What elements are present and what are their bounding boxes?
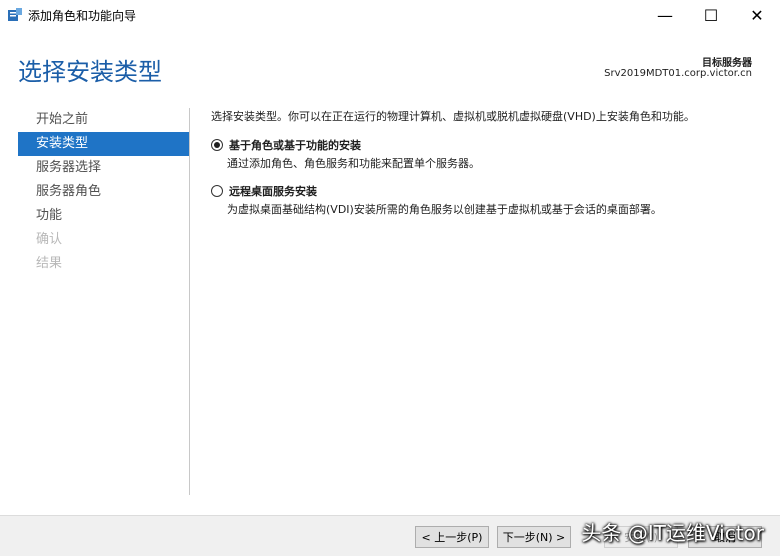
page-title: 选择安装类型 xyxy=(18,58,162,86)
option-description: 为虚拟桌面基础结构(VDI)安装所需的角色服务以创建基于虚拟机或基于会话的桌面部… xyxy=(227,203,662,216)
intro-text: 选择安装类型。你可以在正在运行的物理计算机、虚拟机或脱机虚拟硬盘(VHD)上安装… xyxy=(211,110,695,123)
maximize-icon: ☐ xyxy=(703,5,719,25)
option-label[interactable]: 基于角色或基于功能的安装 xyxy=(229,137,361,153)
wizard-nav: 开始之前 安装类型 服务器选择 服务器角色 功能 确认 结果 xyxy=(18,108,189,276)
minimize-icon: — xyxy=(657,5,673,25)
nav-item-features[interactable]: 功能 xyxy=(18,204,189,228)
main-content: 选择安装类型。你可以在正在运行的物理计算机、虚拟机或脱机虚拟硬盘(VHD)上安装… xyxy=(211,108,766,216)
previous-button[interactable]: < 上一步(P) xyxy=(415,526,489,548)
nav-divider xyxy=(189,108,190,495)
target-server-label: 目标服务器 xyxy=(702,58,752,69)
close-icon: ✕ xyxy=(750,5,764,25)
nav-item-server-selection[interactable]: 服务器选择 xyxy=(18,156,189,180)
maximize-button[interactable]: ☐ xyxy=(688,0,734,30)
close-button[interactable]: ✕ xyxy=(734,0,780,30)
nav-item-server-roles[interactable]: 服务器角色 xyxy=(18,180,189,204)
option-description: 通过添加角色、角色服务和功能来配置单个服务器。 xyxy=(227,157,480,170)
nav-item-installation-type[interactable]: 安装类型 xyxy=(18,132,189,156)
window-title: 添加角色和功能向导 xyxy=(28,9,137,23)
nav-item-before-you-begin[interactable]: 开始之前 xyxy=(18,108,189,132)
watermark: 头条 @IT运维Victor xyxy=(581,521,764,545)
title-bar: 添加角色和功能向导 — ☐ ✕ xyxy=(0,0,780,30)
radio-remote-desktop[interactable] xyxy=(211,185,223,197)
next-button[interactable]: 下一步(N) > xyxy=(497,526,571,548)
minimize-button[interactable]: — xyxy=(642,0,688,30)
nav-item-confirmation: 确认 xyxy=(36,232,63,247)
option-label[interactable]: 远程桌面服务安装 xyxy=(229,183,317,199)
radio-role-based[interactable] xyxy=(211,139,223,151)
server-manager-icon xyxy=(8,8,22,21)
nav-item-results: 结果 xyxy=(36,256,63,271)
target-server-name: Srv2019MDT01.corp.victor.cn xyxy=(604,68,752,79)
